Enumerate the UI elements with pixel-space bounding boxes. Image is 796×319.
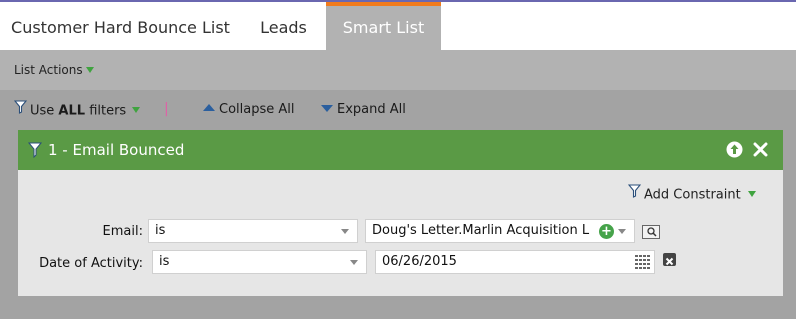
use-all-prefix: Use xyxy=(30,103,59,119)
caret-down-icon xyxy=(85,66,94,73)
expand-all-label: Expand All xyxy=(337,102,406,117)
collapse-all-label: Collapse All xyxy=(219,102,295,117)
expand-down-icon xyxy=(321,105,333,112)
dropdown-arrow-icon xyxy=(618,229,626,234)
close-icon[interactable] xyxy=(752,141,769,158)
tab-bar: Customer Hard Bounce List Leads Smart Li… xyxy=(0,2,796,50)
date-of-activity-label: Date of Activity: xyxy=(39,256,143,271)
add-constraint-menu[interactable]: Add Constraint xyxy=(627,184,756,204)
filter-header[interactable]: 1 - Email Bounced xyxy=(18,130,783,170)
add-icon[interactable]: + xyxy=(599,224,614,239)
smart-list-toolbar: Use ALL filters | Collapse All Expand Al… xyxy=(0,90,796,128)
filter-icon xyxy=(27,142,43,162)
filter-icon xyxy=(627,184,642,202)
date-value: 06/26/2015 xyxy=(382,254,457,269)
email-label: Email: xyxy=(102,224,143,239)
toolbar-separator: | xyxy=(164,101,169,117)
list-actions-label: List Actions xyxy=(14,63,83,77)
use-all-suffix: filters xyxy=(85,103,127,119)
email-operator-select[interactable]: is xyxy=(148,219,358,243)
filter-icon xyxy=(13,100,28,118)
calendar-icon[interactable] xyxy=(635,255,650,277)
dropdown-arrow-icon xyxy=(350,260,358,265)
email-value-select[interactable]: Doug's Letter.Marlin Acquisition L + xyxy=(365,219,635,243)
collapse-all-button[interactable]: Collapse All xyxy=(203,102,295,117)
date-operator-value: is xyxy=(159,254,170,269)
caret-down-icon xyxy=(747,191,756,197)
expand-all-button[interactable]: Expand All xyxy=(321,102,406,117)
filter-title: 1 - Email Bounced xyxy=(48,141,185,159)
email-value: Doug's Letter.Marlin Acquisition L xyxy=(372,223,590,238)
tab-leads[interactable]: Leads xyxy=(241,2,326,50)
date-operator-select[interactable]: is xyxy=(152,250,367,274)
collapse-up-icon xyxy=(203,104,215,111)
actions-bar: List Actions xyxy=(0,50,796,90)
filter-card: 1 - Email Bounced Add Constraint Email: … xyxy=(18,130,783,296)
tab-smart-list[interactable]: Smart List xyxy=(326,2,441,50)
date-input[interactable]: 06/26/2015 xyxy=(375,250,655,274)
list-actions-menu[interactable]: List Actions xyxy=(14,63,94,77)
lookup-icon[interactable] xyxy=(642,224,660,243)
tab-customer-hard-bounce-list[interactable]: Customer Hard Bounce List xyxy=(0,2,241,50)
add-constraint-label: Add Constraint xyxy=(644,187,741,203)
caret-down-icon xyxy=(132,107,141,113)
dropdown-arrow-icon xyxy=(341,229,349,234)
clear-icon[interactable] xyxy=(663,253,676,266)
use-all-filters-menu[interactable]: Use ALL filters xyxy=(13,100,141,120)
move-up-icon[interactable] xyxy=(726,141,743,158)
use-all-bold: ALL xyxy=(58,103,86,119)
email-operator-value: is xyxy=(155,223,166,238)
